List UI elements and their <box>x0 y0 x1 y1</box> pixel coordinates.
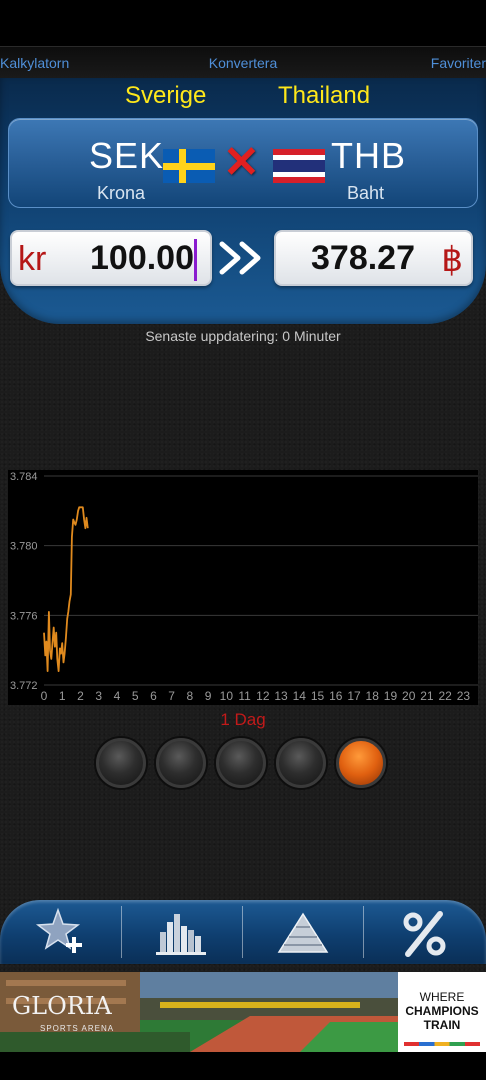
chart-y-tick-label: 3.784 <box>10 471 38 483</box>
navigation-bar <box>0 1052 486 1080</box>
chart-period-label: 1 Dag <box>220 710 266 729</box>
from-currency-name: Krona <box>97 183 146 203</box>
chart-x-tick-label: 20 <box>402 689 416 703</box>
chart-x-tick-label: 21 <box>420 689 434 703</box>
period-selector-3[interactable] <box>216 738 266 788</box>
red-x-swap-icon[interactable]: ✕ <box>223 137 260 188</box>
favorite-add-star-icon <box>35 907 82 953</box>
top-navigation: Kalkylatorn Konvertera Favoriter <box>0 46 486 78</box>
chart-x-tick-label: 14 <box>293 689 307 703</box>
chart-x-tick-label: 17 <box>347 689 361 703</box>
chart-x-tick-label: 11 <box>238 689 251 703</box>
chart-x-tick-label: 5 <box>132 689 139 703</box>
chart-background <box>8 470 478 705</box>
ad-tagline-panel: WHERE CHAMPIONS TRAIN <box>398 972 486 1052</box>
advertisement-banner[interactable]: GLORIA SPORTS ARENA WHERE CHAMPIONS TRAI… <box>0 972 486 1052</box>
ad-brand-logo: GLORIA <box>12 992 112 1020</box>
status-bar <box>0 0 486 46</box>
ad-tagline-line-2: CHAMPIONS <box>405 1004 479 1018</box>
currency-pair-selector[interactable]: SEK Krona ✕ THB Baht <box>8 118 478 208</box>
chart-y-tick-label: 3.780 <box>10 541 38 553</box>
to-amount-output[interactable]: 378.27 ฿ <box>274 230 473 286</box>
chart-x-tick-label: 16 <box>329 689 343 703</box>
last-update-text: Senaste uppdatering: 0 Minuter <box>145 328 341 344</box>
period-selector-4[interactable] <box>276 738 326 788</box>
sweden-flag-icon[interactable] <box>163 149 215 183</box>
from-amount-input[interactable]: kr 100.00 <box>10 230 212 286</box>
chart-x-tick-label: 10 <box>220 689 234 703</box>
ad-brand-subtitle: SPORTS ARENA <box>40 1024 115 1033</box>
tab-favorites-add[interactable] <box>0 900 121 964</box>
chart-x-tick-label: 7 <box>168 689 175 703</box>
chart-x-tick-label: 15 <box>311 689 325 703</box>
ad-tagline-line-3: TRAIN <box>423 1018 461 1032</box>
tab-pyramid[interactable] <box>243 900 364 964</box>
bar-chart-icon <box>156 914 206 955</box>
chart-x-tick-label: 13 <box>274 689 288 703</box>
chart-x-tick-label: 23 <box>457 689 471 703</box>
to-country[interactable]: Thailand <box>278 82 370 110</box>
ad-tagline-line-1: WHERE <box>419 990 465 1004</box>
chart-x-tick-label: 22 <box>438 689 452 703</box>
percent-icon <box>403 911 446 957</box>
to-currency-name: Baht <box>347 183 385 203</box>
to-currency-code[interactable]: THB <box>331 135 406 177</box>
pyramid-icon <box>277 912 329 953</box>
chart-x-tick-label: 0 <box>41 689 48 703</box>
chart-x-tick-label: 19 <box>384 689 398 703</box>
period-selector-2[interactable] <box>156 738 206 788</box>
from-currency-code[interactable]: SEK <box>89 135 164 177</box>
chart-y-tick-label: 3.772 <box>10 680 38 692</box>
text-cursor <box>194 239 197 281</box>
double-chevron-right-icon[interactable] <box>218 238 268 278</box>
to-currency-symbol: ฿ <box>441 241 463 279</box>
rate-history-chart: 3.7723.7763.7803.7840 1 2 3 4 5 6 7 8 9 10 11 12 13 14… <box>8 470 478 705</box>
tab-chart[interactable] <box>122 900 243 964</box>
chart-x-tick-label: 8 <box>187 689 194 703</box>
thailand-flag-icon[interactable] <box>273 149 325 183</box>
chart-x-tick-label: 9 <box>205 689 212 703</box>
from-country[interactable]: Sverige <box>125 82 206 110</box>
tab-percent[interactable] <box>364 900 485 964</box>
from-currency-symbol: kr <box>18 240 47 278</box>
bottom-tab-bar <box>0 900 486 964</box>
nav-favorites-link[interactable]: Favoriter <box>431 55 486 71</box>
period-selector-1[interactable] <box>96 738 146 788</box>
from-amount-value[interactable]: 100.00 <box>90 239 194 278</box>
converter-panel: Sverige Thailand SEK Krona ✕ THB Baht kr… <box>0 78 486 324</box>
chart-x-tick-label: 1 <box>59 689 66 703</box>
chart-x-tick-label: 2 <box>77 689 84 703</box>
chart-x-tick-label: 18 <box>366 689 380 703</box>
chart-x-tick-label: 4 <box>114 689 121 703</box>
chart-y-tick-label: 3.776 <box>10 610 38 622</box>
nav-convert-link[interactable]: Konvertera <box>0 55 486 71</box>
chart-x-tick-label: 12 <box>256 689 270 703</box>
to-amount-value: 378.27 <box>311 239 415 277</box>
chart-x-tick-label: 3 <box>95 689 102 703</box>
ad-color-stripe <box>404 1042 480 1046</box>
period-selector-5[interactable] <box>336 738 386 788</box>
chart-x-tick-label: 6 <box>150 689 157 703</box>
